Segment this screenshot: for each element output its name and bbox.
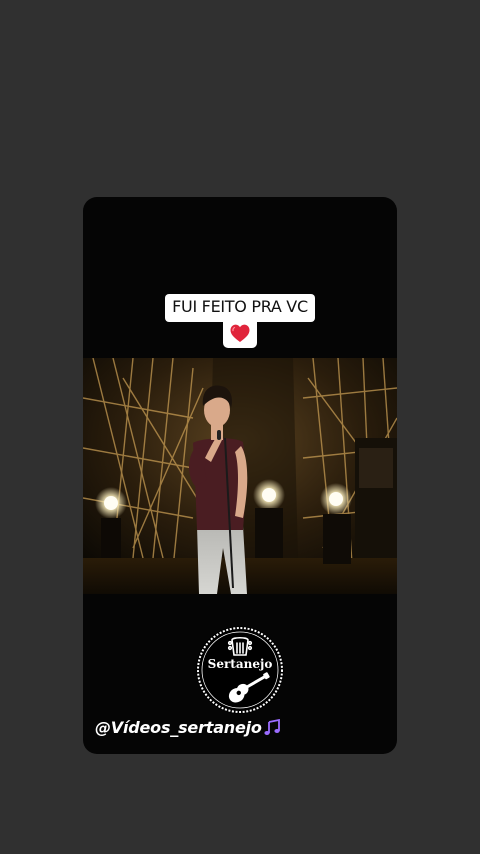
concert-video[interactable] <box>83 358 397 594</box>
story-viewer: FUI FEITO PRA VC Sertanejo @Vídeos_serta… <box>0 0 480 854</box>
caption-title: FUI FEITO PRA VC <box>165 294 315 322</box>
concert-video-image <box>83 358 397 594</box>
handle-text: @Vídeos_sertanejo <box>95 717 262 737</box>
caption-heart-box <box>223 320 257 348</box>
account-handle[interactable]: @Vídeos_sertanejo <box>95 717 281 737</box>
story-card[interactable]: FUI FEITO PRA VC Sertanejo @Vídeos_serta… <box>83 197 397 754</box>
music-note-icon <box>264 719 280 735</box>
sertanejo-logo: Sertanejo <box>195 625 285 715</box>
caption-sticker: FUI FEITO PRA VC <box>83 294 397 348</box>
heart-icon <box>230 324 250 342</box>
logo-text: Sertanejo <box>207 657 273 671</box>
